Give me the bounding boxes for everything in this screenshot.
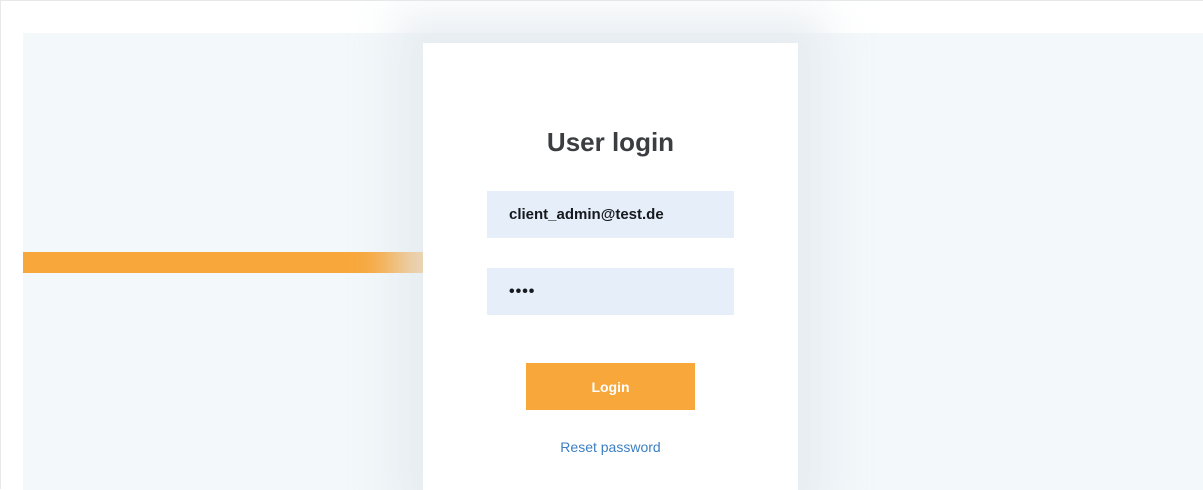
app-window: User login Login Reset password <box>0 0 1203 490</box>
email-field[interactable] <box>487 191 734 238</box>
reset-password-link[interactable]: Reset password <box>423 438 798 456</box>
password-field[interactable] <box>487 268 734 315</box>
accent-stripe <box>23 252 425 273</box>
login-title: User login <box>546 127 675 157</box>
login-card: User login Login Reset password <box>423 43 798 490</box>
login-button[interactable]: Login <box>526 363 695 410</box>
